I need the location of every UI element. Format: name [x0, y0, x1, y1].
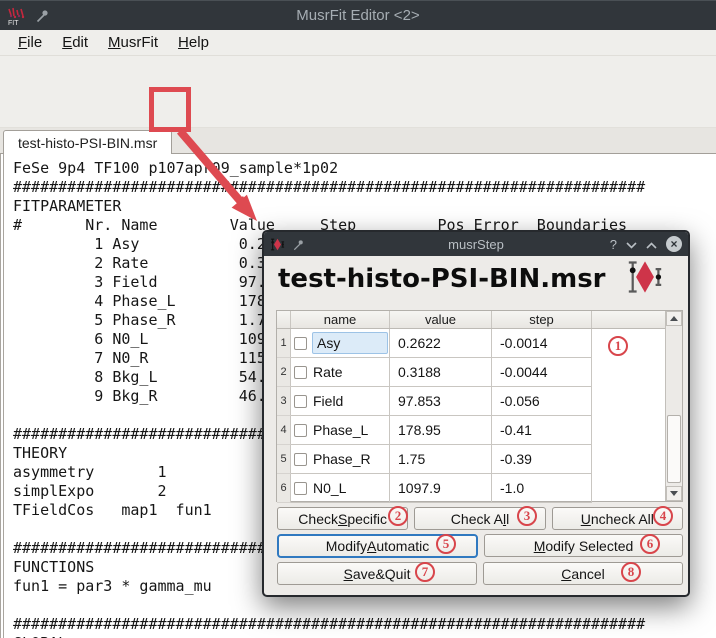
name-cell[interactable]: N0_L [291, 474, 390, 503]
param-value[interactable]: 1097.9 [390, 474, 492, 503]
param-name: N0_L [313, 480, 346, 496]
param-name: Phase_R [313, 451, 371, 467]
row-number[interactable]: 2 [277, 358, 291, 387]
row-checkbox[interactable] [294, 366, 307, 379]
row-number[interactable]: 5 [277, 445, 291, 474]
annotation-number-2: 2 [388, 506, 408, 526]
tab-label: test-histo-PSI-BIN.msr [18, 135, 157, 151]
param-step[interactable]: -0.41 [492, 416, 592, 445]
column-header-step[interactable]: step [492, 311, 592, 328]
table-row: 1 Asy0.2622-0.0014 [277, 329, 592, 358]
menubar: FileEditMusrFitHelp [0, 30, 716, 56]
name-cell[interactable]: Phase_R [291, 445, 390, 474]
row-number[interactable]: 4 [277, 416, 291, 445]
row-checkbox[interactable] [294, 424, 307, 437]
param-name: Rate [313, 364, 343, 380]
column-header-extra[interactable] [592, 311, 667, 328]
main-toolbar: Monospace 12 [0, 56, 716, 92]
annotation-number-1: 1 [608, 336, 628, 356]
annotation-number-4: 4 [653, 506, 673, 526]
param-value[interactable]: 97.853 [390, 387, 492, 416]
param-step[interactable]: -1.0 [492, 474, 592, 503]
table-row: 5 Phase_R 1.75-0.39 [277, 445, 592, 474]
dialog-close-button[interactable]: × [666, 236, 682, 252]
musrfit-toolbar: χ2FITMSRMLOGFITDATT0PREFS(ƆJo)(ıIz)DUMP [0, 92, 716, 128]
param-step[interactable]: -0.0014 [492, 329, 592, 358]
annotation-arrow [140, 80, 270, 232]
dialog-titlebar[interactable]: musrStep ? × [264, 232, 688, 256]
param-value[interactable]: 178.95 [390, 416, 492, 445]
param-value[interactable]: 1.75 [390, 445, 492, 474]
param-name: Asy [312, 332, 388, 354]
musrfit-editor-window: FIT MusrFit Editor <2> FileEditMusrFitHe… [0, 0, 716, 638]
name-cell[interactable]: Asy [291, 329, 390, 358]
header-corner [277, 311, 291, 328]
row-number[interactable]: 6 [277, 474, 291, 503]
table-row: 4 Phase_L 178.95-0.41 [277, 416, 592, 445]
annotation-number-5: 5 [436, 534, 456, 554]
window-title: MusrFit Editor <2> [0, 7, 716, 24]
table-row: 3 Field 97.853-0.056 [277, 387, 592, 416]
musrstep-dialog: musrStep ? × test-histo-PSI-BIN.msr [262, 230, 690, 597]
table-header: namevaluestep [277, 311, 667, 329]
row-number[interactable]: 1 [277, 329, 291, 358]
dialog-heading: test-histo-PSI-BIN.msr [278, 264, 606, 294]
table-scrollbar[interactable] [665, 311, 682, 501]
dialog-maximize-icon[interactable] [646, 238, 657, 251]
row-number[interactable]: 3 [277, 387, 291, 416]
annotation-number-6: 6 [640, 534, 660, 554]
menu-musrfit[interactable]: MusrFit [98, 32, 168, 53]
column-header-value[interactable]: value [390, 311, 492, 328]
table-row: 6 N0_L 1097.9-1.0 [277, 474, 592, 503]
menu-help[interactable]: Help [168, 32, 219, 53]
musrstep-logo-icon [626, 260, 664, 294]
param-name: Field [313, 393, 343, 409]
tabbar: test-histo-PSI-BIN.msr [0, 128, 716, 154]
param-value[interactable]: 0.2622 [390, 329, 492, 358]
column-header-name[interactable]: name [291, 311, 390, 328]
menu-edit[interactable]: Edit [52, 32, 98, 53]
dialog-help-button[interactable]: ? [610, 238, 617, 251]
row-checkbox[interactable] [294, 453, 307, 466]
param-step[interactable]: -0.39 [492, 445, 592, 474]
annotation-number-7: 7 [415, 562, 435, 582]
row-checkbox[interactable] [294, 482, 307, 495]
name-cell[interactable]: Phase_L [291, 416, 390, 445]
window-titlebar[interactable]: FIT MusrFit Editor <2> [0, 0, 716, 30]
row-checkbox[interactable] [294, 395, 307, 408]
menu-file[interactable]: File [8, 32, 52, 53]
table-row: 2 Rate 0.3188-0.0044 [277, 358, 592, 387]
param-value[interactable]: 0.3188 [390, 358, 492, 387]
dialog-shade-icon[interactable] [626, 238, 637, 251]
param-name: Phase_L [313, 422, 368, 438]
scrollbar-thumb[interactable] [667, 415, 681, 483]
row-checkbox[interactable] [294, 337, 307, 350]
scroll-down-icon[interactable] [666, 486, 682, 501]
save-quit-button[interactable]: Save&Quit [277, 562, 477, 585]
name-cell[interactable]: Rate [291, 358, 390, 387]
name-cell[interactable]: Field [291, 387, 390, 416]
scroll-up-icon[interactable] [666, 311, 682, 326]
param-step[interactable]: -0.0044 [492, 358, 592, 387]
param-step[interactable]: -0.056 [492, 387, 592, 416]
cancel-button[interactable]: Cancel [483, 562, 683, 585]
annotation-number-3: 3 [517, 506, 537, 526]
annotation-number-8: 8 [621, 562, 641, 582]
